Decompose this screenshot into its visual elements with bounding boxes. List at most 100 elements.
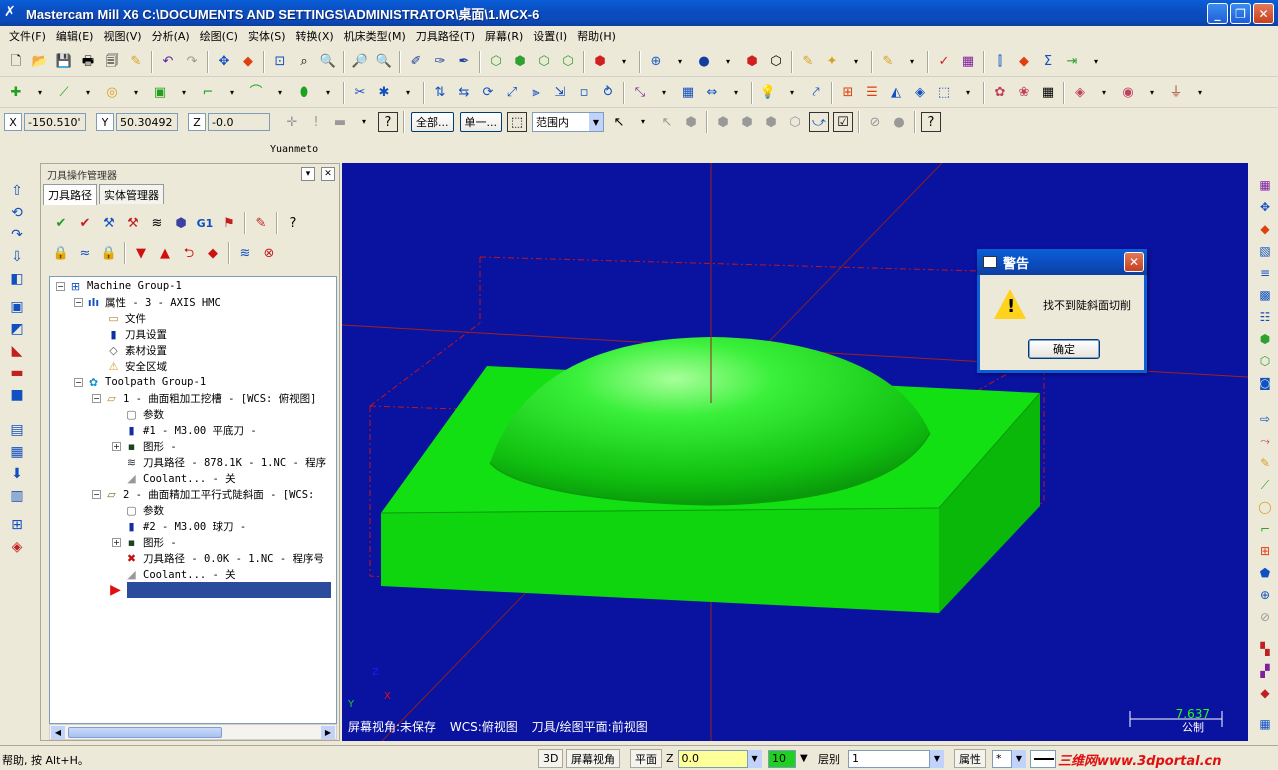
dimension-icon[interactable]: ✎ <box>878 52 898 72</box>
select-dirty-ops-icon[interactable]: ✔ <box>75 213 95 233</box>
show-toolpaths-icon[interactable]: ≋ <box>235 243 255 263</box>
tree-node-op1-tool[interactable]: ▮ #1 - M3.00 平底刀 - <box>124 422 256 438</box>
camera-icon[interactable]: ◙ <box>1256 374 1274 392</box>
panel-icon[interactable]: ▥ <box>7 486 27 506</box>
select-up-icon[interactable]: ⇧ <box>7 181 27 201</box>
chevron-down-icon[interactable]: ▼ <box>1012 749 1026 768</box>
print-preview-icon[interactable]: 🗐 <box>102 52 122 72</box>
dropdown-icon[interactable]: ▾ <box>318 83 338 103</box>
range-select[interactable]: 范围内 ▼ <box>532 112 604 132</box>
dropdown-icon[interactable]: ▾ <box>1190 83 1210 103</box>
pattern-icon[interactable]: ▞ <box>1256 662 1274 680</box>
dropdown-icon[interactable]: ▾ <box>222 83 242 103</box>
chevron-down-icon[interactable]: ▼ <box>930 749 944 768</box>
shape-icon[interactable]: ◩ <box>7 319 27 339</box>
zoom-prev-icon[interactable]: 🔍 <box>374 52 394 72</box>
line-green-icon[interactable]: ⟋ <box>1256 476 1274 494</box>
x-coord-input[interactable]: -150.510' <box>24 113 86 131</box>
menu-screen[interactable]: 屏幕(R) <box>480 28 528 44</box>
menu-toolpaths[interactable]: 刀具路径(T) <box>411 28 480 44</box>
ribbon-icon[interactable]: ▬ <box>330 112 350 132</box>
z-coord-input[interactable]: -0.0 <box>208 113 270 131</box>
repaint-icon[interactable]: ◆ <box>238 52 258 72</box>
level-label[interactable]: 层别 <box>818 751 840 767</box>
solid-extrude-icon[interactable]: ◈ <box>1070 83 1090 103</box>
spline-icon[interactable]: ⌒ <box>246 83 266 103</box>
analyze-icon[interactable]: ✦ <box>822 52 842 72</box>
dropdown-icon[interactable]: ▾ <box>126 83 146 103</box>
fit-icon[interactable]: ⊡ <box>270 52 290 72</box>
save-icon[interactable]: 💾 <box>54 52 74 72</box>
menu-create[interactable]: 绘图(C) <box>195 28 243 44</box>
light-icon[interactable]: 💡 <box>758 83 778 103</box>
zoom-window-icon[interactable]: ⌕ <box>294 52 314 72</box>
xform-mirror-icon[interactable]: ⇆ <box>454 83 474 103</box>
menu-help[interactable]: 帮助(H) <box>572 28 621 44</box>
globe-icon[interactable]: ⊕ <box>646 52 666 72</box>
verify-ops-icon[interactable]: ⬢ <box>171 213 191 233</box>
plane-button[interactable]: 平面 <box>630 749 662 768</box>
shield-blue-icon[interactable]: ⬟ <box>1256 564 1274 582</box>
xform-offset-icon[interactable]: ⫸ <box>526 83 546 103</box>
help-question-icon[interactable]: ? <box>378 112 398 132</box>
arrow-right-icon[interactable]: ⇨ <box>1256 410 1274 428</box>
xform-scale-icon[interactable]: ⤢ <box>502 83 522 103</box>
lines-icon[interactable]: ≡ <box>1256 264 1274 282</box>
chevron-down-icon[interactable]: ▼ <box>589 113 603 131</box>
tree-node-op1-geometry[interactable]: + ▪ 图形 - <box>112 438 177 454</box>
tree-node-op1-coolant[interactable]: ◢ Coolant... - 关 <box>124 470 235 486</box>
tree-node-op2-coolant[interactable]: ◢ Coolant... - 关 <box>124 566 235 582</box>
dropdown-icon[interactable]: ▾ <box>726 83 746 103</box>
pin-button[interactable]: ▾ <box>301 167 315 181</box>
cube-blue-icon[interactable]: ▩ <box>1256 286 1274 304</box>
wireframe-icon[interactable]: ⬡ <box>766 52 786 72</box>
insert-after-icon[interactable]: ⮌ <box>179 243 199 263</box>
globe-small-icon[interactable]: ⊕ <box>1256 586 1274 604</box>
toggle-post-icon[interactable]: 🔒 <box>99 243 119 263</box>
circle-yellow-icon[interactable]: ◯ <box>1256 498 1274 516</box>
text-icon[interactable]: ☷ <box>1256 308 1274 326</box>
exclaim-icon[interactable]: ! <box>306 112 326 132</box>
eraser-icon[interactable]: ▬ <box>7 363 27 383</box>
fillet-green-icon[interactable]: ⌐ <box>1256 520 1274 538</box>
attributes-button[interactable]: 属性 <box>954 749 986 768</box>
collapse-icon[interactable]: − <box>92 393 101 403</box>
menu-machine-type[interactable]: 机床类型(M) <box>339 28 411 44</box>
select-all-button[interactable]: 全部... <box>411 112 454 132</box>
move-up-icon[interactable]: ▲ <box>155 243 175 263</box>
face-icon[interactable]: ⬢ <box>713 112 733 132</box>
lock-icon[interactable]: 🔒 <box>51 243 71 263</box>
xform-array-icon[interactable]: ▫ <box>574 83 594 103</box>
tab-solids-manager[interactable]: 实体管理器 <box>99 184 164 204</box>
dropdown-icon[interactable]: ▾ <box>614 52 634 72</box>
dropdown-icon[interactable]: ▾ <box>1086 52 1106 72</box>
color-dropdown-icon[interactable]: ▼ <box>800 753 808 764</box>
color-swatch[interactable]: 10 <box>768 749 796 768</box>
solid-box-icon[interactable]: ⬢ <box>590 52 610 72</box>
dropdown-icon[interactable]: ▾ <box>30 83 50 103</box>
panel-close-button[interactable]: ✕ <box>321 167 335 181</box>
dropdown-icon[interactable]: ▾ <box>1142 83 1162 103</box>
arc-icon[interactable]: ↷ <box>7 225 27 245</box>
undo-icon[interactable]: ↶ <box>158 52 178 72</box>
3d-toggle-button[interactable]: 3D <box>538 749 564 768</box>
cursor-icon[interactable]: ↖ <box>609 112 629 132</box>
post-g1-icon[interactable]: G1 <box>195 213 215 233</box>
restore-button[interactable]: ❐ <box>1230 3 1251 24</box>
mastercam-app-icon[interactable]: ✗ <box>4 4 22 22</box>
top-view-icon[interactable]: ⬢ <box>510 52 530 72</box>
dropdown-icon[interactable]: ▾ <box>270 83 290 103</box>
box-3d-icon[interactable]: ⬚ <box>934 83 954 103</box>
y-coord-input[interactable]: 50.30492 <box>116 113 178 131</box>
dialog-close-button[interactable]: ✕ <box>1124 252 1144 272</box>
wedge-icon[interactable]: ◣ <box>7 341 27 361</box>
section-icon[interactable]: ◭ <box>886 83 906 103</box>
pencil-icon[interactable]: ✎ <box>1256 454 1274 472</box>
fast-point-icon[interactable]: ✛ <box>282 112 302 132</box>
move-down-icon[interactable]: ▼ <box>131 243 151 263</box>
body-icon[interactable]: ⬢ <box>761 112 781 132</box>
tree-node-op1-toolpath[interactable]: ≋ 刀具路径 - 878.1K - 1.NC - 程序 <box>124 454 326 470</box>
circle-icon[interactable]: ◎ <box>102 83 122 103</box>
dropdown-icon[interactable]: ▾ <box>633 112 653 132</box>
sigma-icon[interactable]: Σ <box>1038 52 1058 72</box>
